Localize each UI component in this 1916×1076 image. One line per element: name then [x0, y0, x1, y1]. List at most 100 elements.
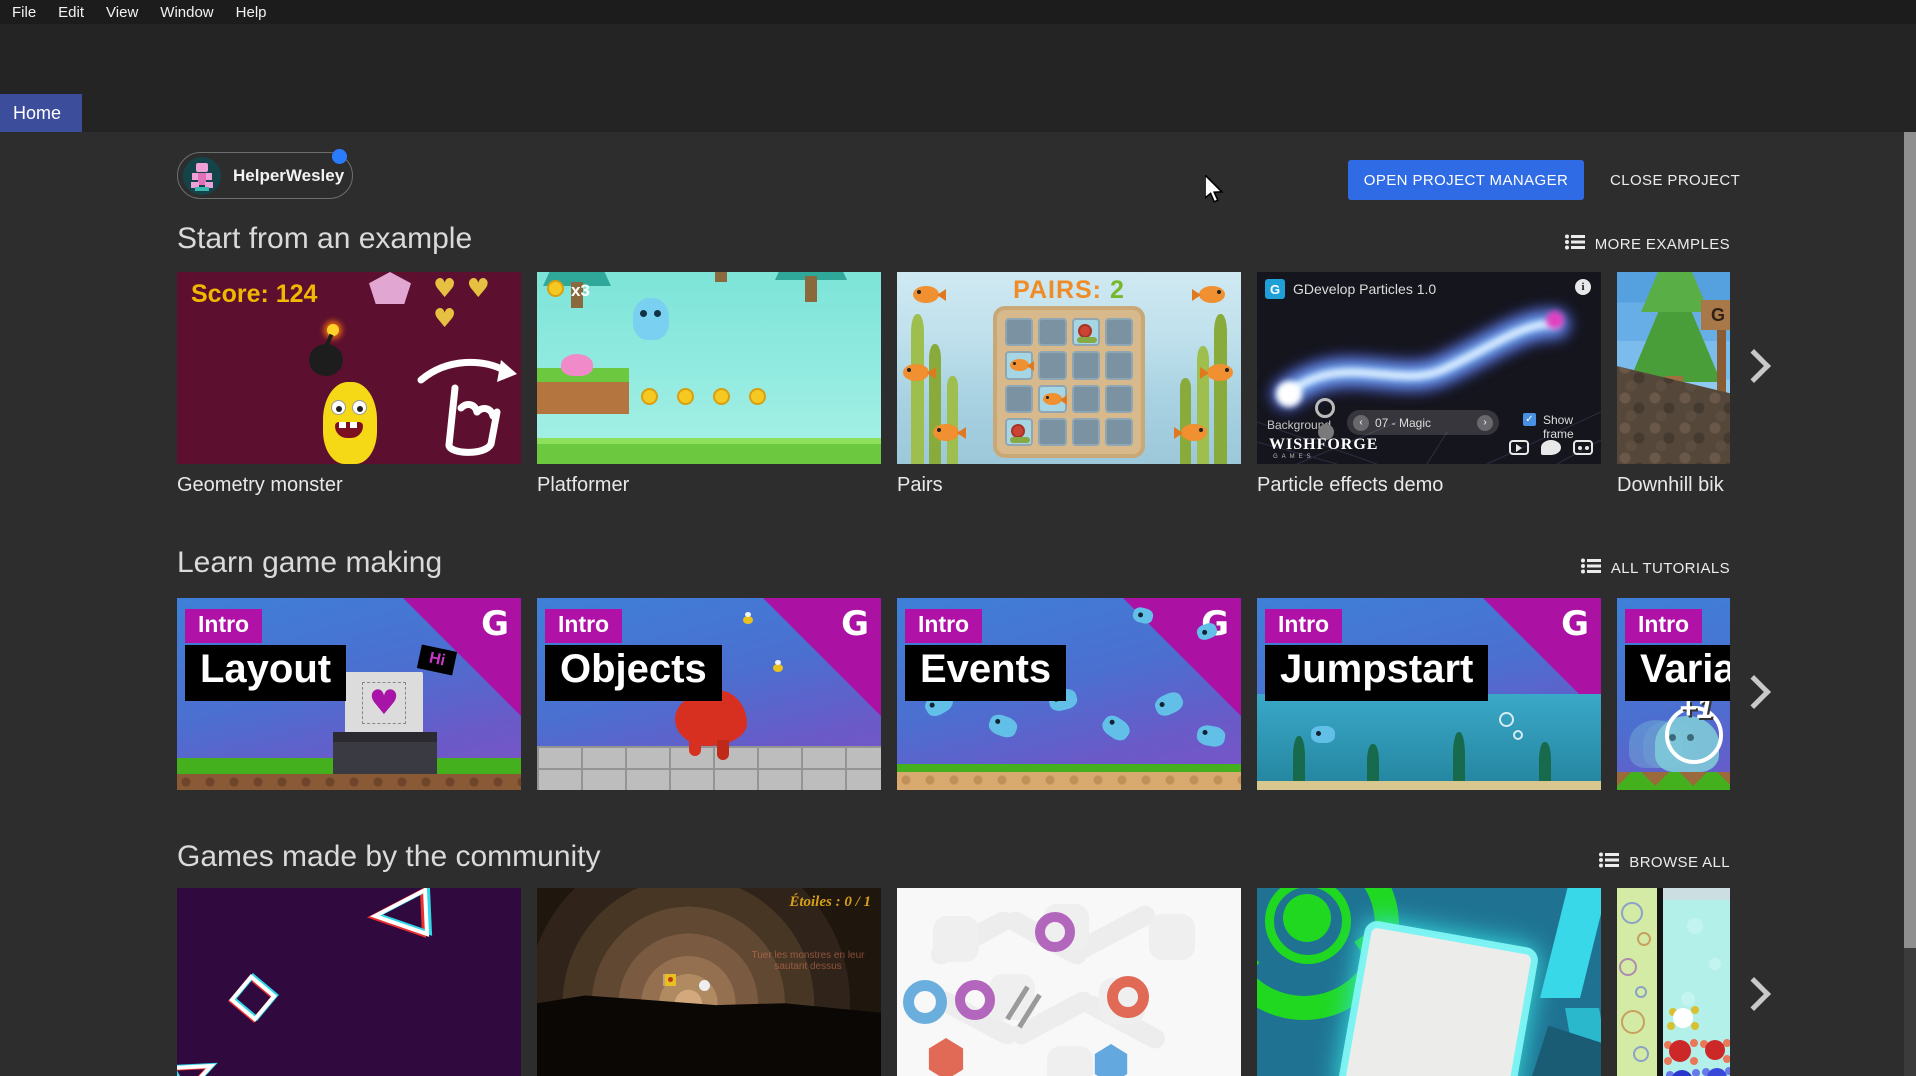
- list-icon: [1581, 558, 1601, 578]
- tutorials-section-title: Learn game making: [177, 546, 442, 580]
- pairs-score: PAIRS: 2: [897, 276, 1241, 305]
- community-next-chevron-icon[interactable]: [1737, 977, 1771, 1011]
- intro-tag: Intro: [185, 609, 262, 643]
- tutorials-next-chevron-icon[interactable]: [1737, 675, 1771, 709]
- sand: [897, 772, 1241, 790]
- tutorial-card-objects[interactable]: G Intro Objects: [537, 598, 881, 790]
- blue-hex: [1093, 1044, 1129, 1076]
- card-label[interactable]: Particle effects demo: [1257, 474, 1443, 497]
- tab-bar: Home: [0, 94, 1916, 132]
- show-frame-checkbox: ✓: [1523, 413, 1536, 426]
- examples-next-chevron-icon[interactable]: [1737, 349, 1771, 383]
- tutorial-title: Jumpstart: [1265, 645, 1488, 701]
- notification-dot: [332, 149, 347, 164]
- menu-view[interactable]: View: [106, 4, 138, 21]
- community-card-molecules[interactable]: [1617, 888, 1730, 1076]
- intro-tag: Intro: [545, 609, 622, 643]
- tab-home[interactable]: Home: [0, 94, 82, 132]
- hearts-icon: ♥ ♥ ♥: [433, 274, 521, 334]
- swipe-hand-icon: [415, 350, 519, 460]
- wishforge-logo: WISHFORGE: [1269, 436, 1378, 454]
- more-examples-button[interactable]: MORE EXAMPLES: [1565, 234, 1730, 254]
- card-label[interactable]: Pairs: [897, 474, 943, 497]
- prev-icon: ‹: [1353, 415, 1369, 431]
- community-card-hexagons[interactable]: [897, 888, 1241, 1076]
- all-tutorials-label: ALL TUTORIALS: [1611, 560, 1730, 577]
- brick-wall: [537, 746, 881, 790]
- community-card-night-platformer[interactable]: Étoiles : 0 / 1 Tuer les monstres en leu…: [537, 888, 881, 1076]
- card-label[interactable]: Platformer: [537, 474, 629, 497]
- coin-count: x3: [571, 281, 590, 301]
- divider: [1657, 888, 1663, 1076]
- tutorial-card-layout[interactable]: G ♥ Hi Intro Layout: [177, 598, 521, 790]
- intro-tag: Intro: [1625, 609, 1702, 643]
- example-card-platformer[interactable]: x3: [537, 272, 881, 464]
- spiky-ground: [1617, 772, 1730, 790]
- tutorial-title: Events: [905, 645, 1066, 701]
- list-icon: [1565, 234, 1585, 254]
- flag-sprite: [663, 974, 676, 986]
- open-project-manager-button[interactable]: OPEN PROJECT MANAGER: [1348, 160, 1584, 200]
- blue-ring: [903, 980, 947, 1024]
- pairs-board: [993, 306, 1145, 458]
- user-profile-chip[interactable]: HelperWesley: [177, 152, 353, 199]
- card-label[interactable]: Geometry monster: [177, 474, 343, 497]
- pink-blob-sprite: [561, 354, 593, 376]
- example-card-geometry-monster[interactable]: Score: 124 ♥ ♥ ♥: [177, 272, 521, 464]
- example-card-particle-effects[interactable]: G GDevelop Particles 1.0 i Background ‹ …: [1257, 272, 1601, 464]
- editor-window: ♥: [345, 672, 423, 734]
- example-card-pairs[interactable]: PAIRS: 2: [897, 272, 1241, 464]
- gdevelop-logo-icon: G: [481, 604, 509, 644]
- community-card-loops[interactable]: [1257, 888, 1601, 1076]
- bomb: [309, 344, 343, 376]
- intro-tag: Intro: [905, 609, 982, 643]
- objects-panel: [333, 732, 437, 774]
- background-toggle-1: [1315, 398, 1335, 418]
- example-card-downhill[interactable]: G: [1617, 272, 1730, 464]
- menu-window[interactable]: Window: [160, 4, 213, 21]
- card-label[interactable]: Downhill bik: [1617, 474, 1724, 497]
- scrollbar-thumb[interactable]: [1904, 24, 1916, 948]
- neon-shapes: [177, 888, 521, 1076]
- hint-text: Tuer les monstres en leur sautant dessus: [749, 950, 867, 972]
- menu-file[interactable]: File: [12, 4, 36, 21]
- green-ring-core: [1283, 894, 1331, 942]
- tutorial-card-jumpstart[interactable]: G Intro Jumpstart: [1257, 598, 1601, 790]
- player-sprite: [633, 298, 669, 340]
- examples-section-title: Start from an example: [177, 222, 472, 256]
- scrollbar-track[interactable]: [1904, 24, 1916, 1076]
- pentagon-shape: [369, 272, 411, 304]
- examples-row: Score: 124 ♥ ♥ ♥: [177, 272, 1730, 464]
- grass: [897, 764, 1241, 772]
- community-card-neon-shapes[interactable]: [177, 888, 521, 1076]
- red-hex: [927, 1038, 965, 1076]
- tutorial-card-variables[interactable]: G +1 Intro Variab: [1617, 598, 1730, 790]
- username: HelperWesley: [233, 166, 344, 186]
- info-icon: i: [1575, 279, 1591, 295]
- red-ring: [1107, 976, 1149, 1018]
- left-panel: [1617, 888, 1657, 1076]
- close-project-button[interactable]: CLOSE PROJECT: [1596, 160, 1754, 200]
- tutorials-row: G ♥ Hi Intro Layout G Intro Objects G: [177, 598, 1730, 790]
- menu-help[interactable]: Help: [236, 4, 267, 21]
- community-section-title: Games made by the community: [177, 840, 601, 874]
- tutorial-card-events[interactable]: G Intro Events: [897, 598, 1241, 790]
- wishforge-sub: GAMES: [1273, 454, 1315, 460]
- preset-name: 07 - Magic: [1375, 416, 1431, 430]
- all-tutorials-button[interactable]: ALL TUTORIALS: [1581, 558, 1730, 578]
- white-square-sprite: [1344, 927, 1532, 1076]
- coin-icon: [547, 280, 564, 297]
- tutorial-title: Objects: [545, 645, 722, 701]
- player-ball-sprite: [699, 980, 710, 991]
- tutorial-title: Layout: [185, 645, 346, 701]
- menu-edit[interactable]: Edit: [58, 4, 84, 21]
- tutorial-title: Variab: [1625, 645, 1730, 701]
- gdevelop-logo-icon: G: [1561, 604, 1589, 644]
- menu-bar: File Edit View Window Help: [0, 0, 1916, 24]
- browse-all-button[interactable]: BROWSE ALL: [1599, 852, 1730, 872]
- demo-title: GDevelop Particles 1.0: [1293, 281, 1436, 297]
- ground-platform: [537, 438, 881, 464]
- more-examples-label: MORE EXAMPLES: [1595, 236, 1730, 253]
- purple-ring: [955, 980, 995, 1020]
- tab-home-label: Home: [13, 103, 61, 124]
